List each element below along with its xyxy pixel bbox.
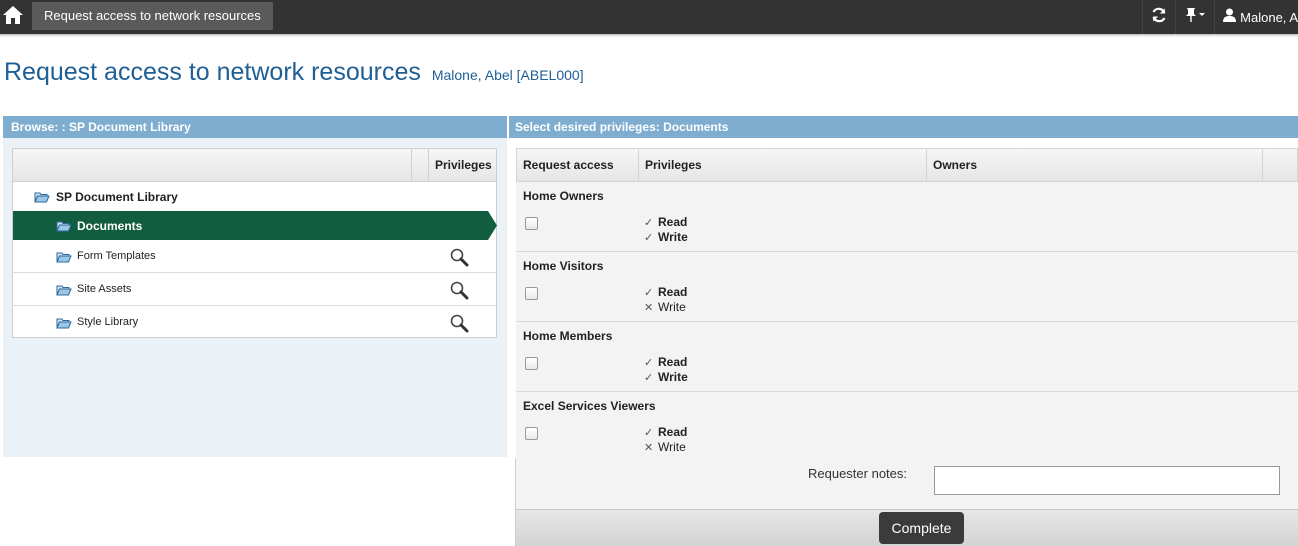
home-button[interactable] xyxy=(0,0,26,34)
request-access-checkbox[interactable] xyxy=(525,217,538,230)
check-icon: ✓ xyxy=(644,231,654,244)
privilege-write: ✓ Write xyxy=(644,230,688,244)
refresh-icon xyxy=(1151,7,1167,28)
privilege-write: ✕ Write xyxy=(644,300,686,314)
tree-item-root[interactable]: SP Document Library xyxy=(13,182,496,211)
group-name: Excel Services Viewers xyxy=(523,399,656,413)
browse-panel-header: Browse: : SP Document Library xyxy=(3,116,507,138)
grid-header: Request access Privileges Owners xyxy=(516,148,1298,182)
privilege-label: Read xyxy=(658,425,688,439)
panel-divider xyxy=(515,458,516,546)
privilege-label: Read xyxy=(658,285,688,299)
check-icon: ✓ xyxy=(644,286,654,299)
request-access-checkbox[interactable] xyxy=(525,287,538,300)
check-icon: ✓ xyxy=(644,356,654,369)
tree-item-label: Style Library xyxy=(77,316,139,328)
col-divider xyxy=(926,149,927,182)
group-row-home-members: Home Members ✓ Read ✓ Write xyxy=(516,322,1298,392)
tree-item-label: SP Document Library xyxy=(56,190,178,204)
tree-item-documents[interactable]: Documents xyxy=(13,211,497,240)
home-icon xyxy=(2,5,24,30)
pin-menu-button[interactable] xyxy=(1175,0,1214,34)
user-menu[interactable]: Malone, A xyxy=(1214,0,1298,34)
tree-item-label: Form Templates xyxy=(77,250,156,262)
privilege-label: Write xyxy=(658,370,688,384)
tree-item-style-library[interactable]: Style Library xyxy=(13,306,496,339)
magnifier-icon[interactable] xyxy=(449,247,469,270)
tree-item-label: Documents xyxy=(77,219,143,233)
privilege-read: ✓ Read xyxy=(644,215,687,229)
form-footer: Complete xyxy=(516,509,1298,546)
col-request-access: Request access xyxy=(523,158,614,172)
check-icon: ✓ xyxy=(644,371,654,384)
group-name: Home Visitors xyxy=(523,259,604,273)
requester-notes-label: Requester notes: xyxy=(808,466,908,481)
check-icon: ✓ xyxy=(644,216,654,229)
folder-open-icon xyxy=(56,220,72,235)
tree-item-form-templates[interactable]: Form Templates xyxy=(13,240,496,273)
page-title-text: Request access to network resources xyxy=(4,58,421,86)
page-subtitle: Malone, Abel [ABEL000] xyxy=(431,67,584,83)
privilege-read: ✓ Read xyxy=(644,355,687,369)
tree-header: Privileges xyxy=(13,149,496,182)
magnifier-icon[interactable] xyxy=(449,280,469,303)
col-privileges: Privileges xyxy=(645,158,702,172)
check-icon: ✓ xyxy=(644,426,654,439)
request-access-checkbox[interactable] xyxy=(525,357,538,370)
magnifier-icon[interactable] xyxy=(449,313,469,336)
group-row-home-owners: Home Owners ✓ Read ✓ Write xyxy=(516,182,1298,252)
tree-item-label: Site Assets xyxy=(77,283,132,295)
privilege-read: ✓ Read xyxy=(644,285,687,299)
privilege-label: Write xyxy=(658,300,686,314)
tree-header-separator xyxy=(411,149,429,181)
folder-open-icon xyxy=(56,317,72,332)
col-divider xyxy=(638,149,639,182)
group-row-excel-services-viewers: Excel Services Viewers ✓ Read ✕ Write xyxy=(516,392,1298,462)
top-bar-shadow xyxy=(0,34,1298,37)
privileges-grid: Request access Privileges Owners Home Ow… xyxy=(516,148,1298,462)
group-name: Home Owners xyxy=(523,189,604,203)
privilege-label: Write xyxy=(658,230,688,244)
requester-notes-row: Requester notes: xyxy=(516,461,1298,509)
privilege-write: ✓ Write xyxy=(644,370,688,384)
folder-open-icon xyxy=(56,251,72,266)
privileges-panel-header: Select desired privileges: Documents xyxy=(509,116,1298,138)
privilege-write: ✕ Write xyxy=(644,440,686,454)
tree-item-site-assets[interactable]: Site Assets xyxy=(13,273,496,306)
col-divider xyxy=(1262,149,1263,182)
requester-notes-input[interactable] xyxy=(934,466,1280,495)
privileges-panel: Select desired privileges: Documents Req… xyxy=(509,116,1298,546)
folder-tree: Privileges SP Document Library Documents… xyxy=(12,148,497,338)
group-name: Home Members xyxy=(523,329,613,343)
tree-header-privileges: Privileges xyxy=(435,158,492,172)
x-icon: ✕ xyxy=(644,441,654,454)
folder-open-icon xyxy=(56,284,72,299)
privilege-read: ✓ Read xyxy=(644,425,687,439)
top-bar: Request access to network resources Malo… xyxy=(0,0,1298,34)
col-owners: Owners xyxy=(933,158,978,172)
x-icon: ✕ xyxy=(644,301,654,314)
user-icon xyxy=(1223,8,1237,27)
privilege-label: Read xyxy=(658,215,688,229)
privilege-label: Write xyxy=(658,440,686,454)
request-access-checkbox[interactable] xyxy=(525,427,538,440)
group-row-home-visitors: Home Visitors ✓ Read ✕ Write xyxy=(516,252,1298,322)
privilege-label: Read xyxy=(658,355,688,369)
page-title: Request access to network resources Malo… xyxy=(4,58,584,87)
browse-panel: Browse: : SP Document Library Privileges… xyxy=(3,116,507,457)
user-name: Malone, A xyxy=(1240,9,1298,25)
folder-open-icon xyxy=(34,191,50,206)
app-tab[interactable]: Request access to network resources xyxy=(32,2,273,30)
pin-icon xyxy=(1184,7,1206,28)
refresh-button[interactable] xyxy=(1142,0,1175,34)
complete-button[interactable]: Complete xyxy=(879,512,964,544)
